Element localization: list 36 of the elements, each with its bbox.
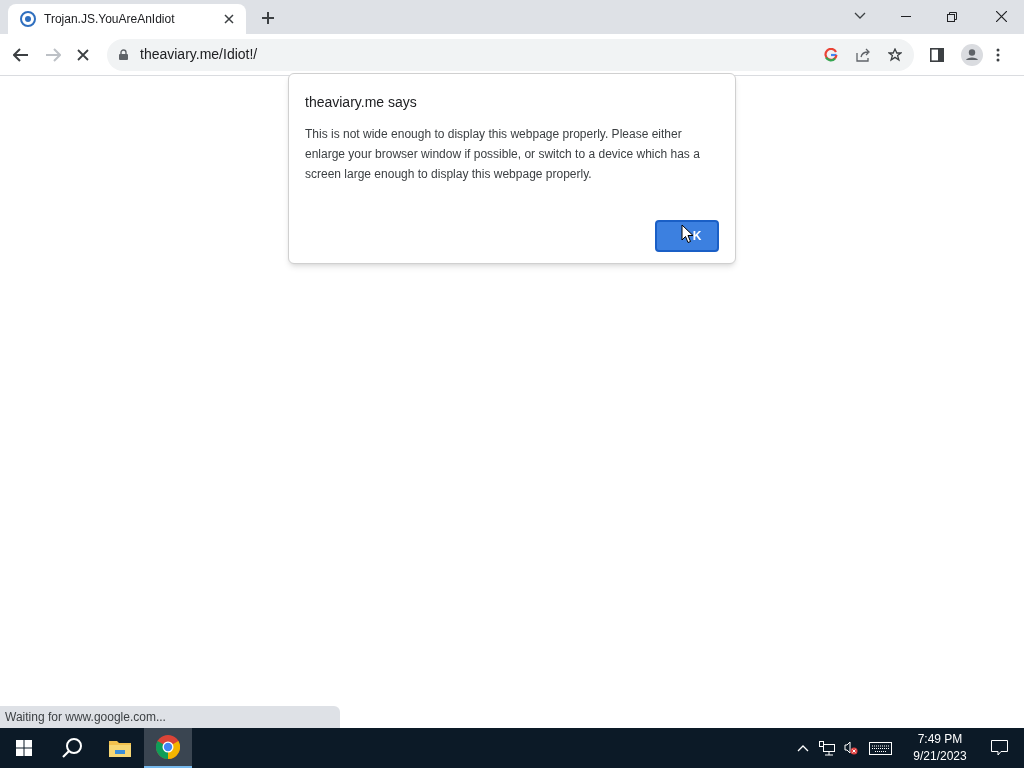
clock-time[interactable]: 7:49 PM [917,731,963,748]
star-icon[interactable] [888,47,902,62]
network-icon[interactable] [819,740,835,756]
chevron-down-icon[interactable] [854,12,866,20]
restore-icon[interactable] [947,12,957,22]
search-icon[interactable] [61,737,83,759]
muted-speaker-icon[interactable] [844,741,858,755]
stop-icon[interactable] [77,48,89,61]
lock-icon [119,49,128,60]
notification-icon[interactable] [991,740,1008,756]
tab-title: Trojan.JS.YouAreAnIdiot [44,11,176,28]
folder-icon [109,739,131,757]
dialog-message: This is not wide enough to display this webpage properly. Please either enlarge your browser window if possible, or switch to a device which has a screen large enough to display this webpage properly. [305,126,701,183]
side-panel-icon[interactable] [930,47,944,62]
mouse-cursor-icon [681,224,694,244]
globe-icon [20,11,36,27]
chevron-up-icon[interactable] [797,744,809,752]
profile-icon[interactable] [961,43,983,66]
back-icon[interactable] [13,47,29,62]
close-icon[interactable] [996,11,1007,22]
dialog-title: theaviary.me says [305,93,418,112]
clock-date[interactable]: 9/21/2023 [913,748,967,765]
close-icon[interactable] [224,14,234,24]
share-icon[interactable] [856,47,871,62]
google-icon[interactable] [824,47,838,62]
address-bar[interactable]: theaviary.me/Idiot!/ [107,38,914,71]
ok-button[interactable]: K [655,220,719,252]
status-bubble: Waiting for www.google.com... [0,706,340,728]
browser-tab[interactable]: Trojan.JS.YouAreAnIdiot [8,4,246,34]
menu-icon[interactable] [996,47,1000,62]
taskbar-app-button[interactable] [144,728,192,768]
windows-start-icon[interactable] [16,740,32,756]
chrome-icon [156,735,180,759]
url-text: theaviary.me/Idiot!/ [140,45,259,64]
new-tab-icon[interactable] [262,12,274,24]
keyboard-icon[interactable] [869,741,892,755]
